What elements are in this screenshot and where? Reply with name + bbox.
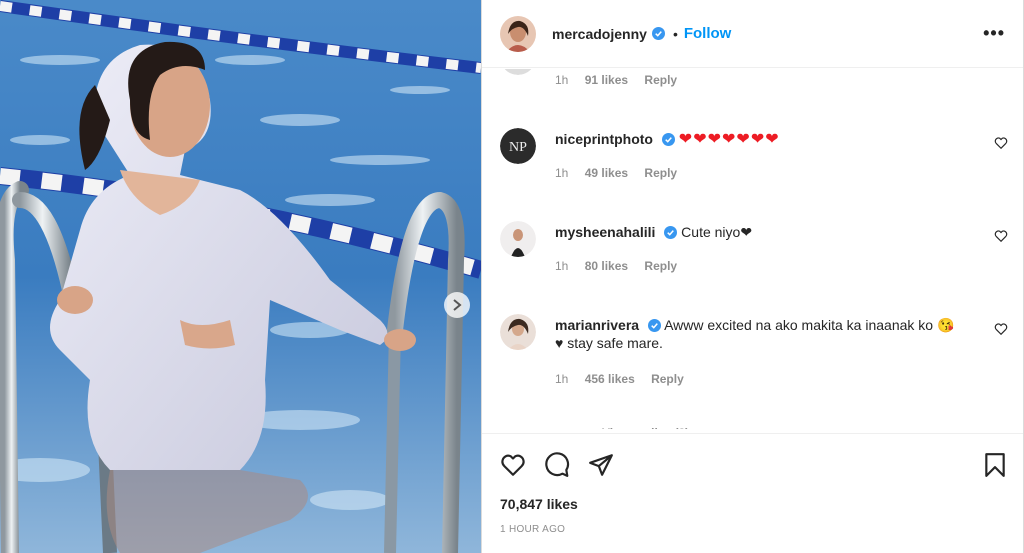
like-comment-icon[interactable]: [994, 136, 1008, 150]
comment-meta: 1h 49 likes Reply: [555, 166, 690, 180]
post-details-panel: mercadojenny • Follow ••• 1h 91 likes Re…: [481, 0, 1024, 553]
comments-list[interactable]: 1h 91 likes Reply NP niceprintphoto ❤❤❤❤…: [482, 69, 1023, 433]
commenter-avatar[interactable]: [500, 221, 536, 257]
comment-meta: 1h 80 likes Reply: [555, 259, 690, 273]
save-icon[interactable]: [983, 452, 1007, 478]
comment-item: 1h 91 likes Reply: [500, 69, 1010, 99]
comment-time: 1h: [555, 372, 569, 386]
commenter-avatar[interactable]: [500, 314, 536, 350]
like-comment-icon[interactable]: [994, 322, 1008, 336]
comment-text: ❤❤❤❤❤❤❤: [678, 131, 780, 148]
commenter-username[interactable]: niceprintphoto: [555, 131, 653, 147]
reply-button[interactable]: Reply: [651, 372, 684, 386]
reply-button[interactable]: Reply: [644, 166, 677, 180]
share-icon[interactable]: [588, 452, 614, 478]
post-timestamp[interactable]: 1 HOUR AGO: [500, 524, 565, 535]
verified-icon: [647, 319, 661, 332]
author-avatar[interactable]: [500, 15, 536, 52]
follow-button[interactable]: Follow: [684, 25, 732, 42]
comment-likes[interactable]: 80 likes: [585, 259, 628, 273]
action-icons: [500, 452, 614, 478]
likes-count[interactable]: 70,847 likes: [500, 496, 578, 512]
post-actions: 70,847 likes 1 HOUR AGO: [482, 433, 1023, 553]
comment-meta: 1h 91 likes Reply: [555, 73, 690, 87]
comment-likes[interactable]: 91 likes: [585, 73, 628, 87]
verified-icon: [664, 226, 678, 239]
commenter-avatar[interactable]: [500, 69, 536, 75]
comment-time: 1h: [555, 166, 569, 180]
comment-likes[interactable]: 456 likes: [585, 372, 635, 386]
separator-dot: •: [672, 25, 678, 42]
commenter-avatar[interactable]: NP: [500, 128, 536, 164]
comment-body: marianrivera Awww excited na ako makita …: [555, 316, 965, 352]
commenter-username[interactable]: mysheenahalili: [555, 224, 655, 240]
comment-item: marianrivera Awww excited na ako makita …: [500, 314, 1010, 394]
comment-likes[interactable]: 49 likes: [585, 166, 628, 180]
comment-time: 1h: [555, 73, 569, 87]
like-icon[interactable]: [500, 452, 526, 478]
comment-time: 1h: [555, 259, 569, 273]
comment-item: mysheenahalili Cute niyo❤ 1h 80 likes Re…: [500, 221, 1010, 281]
comment-body: mysheenahalili Cute niyo❤: [555, 223, 955, 241]
like-comment-icon[interactable]: [994, 229, 1008, 243]
view-replies-link[interactable]: View replies (2): [602, 421, 689, 429]
instagram-post-view: mercadojenny • Follow ••• 1h 91 likes Re…: [0, 0, 1024, 553]
more-options-button[interactable]: •••: [983, 23, 1005, 44]
verified-icon: [651, 27, 665, 40]
post-header: mercadojenny • Follow •••: [482, 0, 1023, 68]
author-username[interactable]: mercadojenny: [552, 26, 647, 42]
chevron-right-icon: [453, 299, 462, 311]
comment-text: Cute niyo❤: [681, 224, 753, 240]
verified-icon: [661, 133, 675, 146]
svg-text:NP: NP: [509, 140, 527, 155]
reply-button[interactable]: Reply: [644, 73, 677, 87]
comment-item: NP niceprintphoto ❤❤❤❤❤❤❤ 1h 49 likes Re…: [500, 128, 1010, 188]
comment-icon[interactable]: [544, 452, 570, 478]
reply-button[interactable]: Reply: [644, 259, 677, 273]
next-photo-button[interactable]: [444, 292, 470, 318]
pool-photo-image: [0, 0, 481, 553]
post-photo[interactable]: [0, 0, 481, 553]
comment-meta: 1h 456 likes Reply: [555, 372, 697, 386]
comment-body: niceprintphoto ❤❤❤❤❤❤❤: [555, 130, 955, 149]
commenter-username[interactable]: marianrivera: [555, 317, 639, 333]
